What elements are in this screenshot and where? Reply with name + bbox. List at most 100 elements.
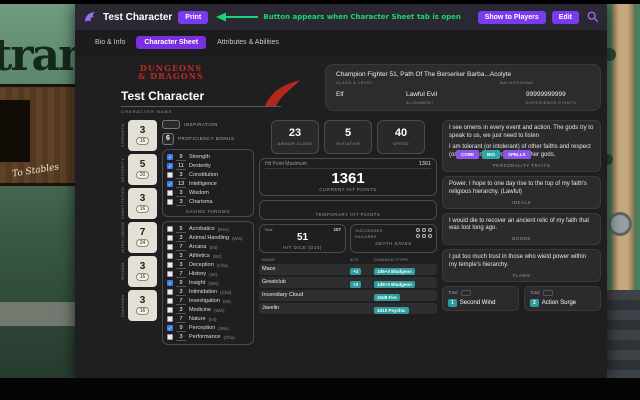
- save-checkbox[interactable]: [167, 190, 173, 196]
- skill-checkbox[interactable]: [167, 325, 173, 331]
- success-pip[interactable]: [428, 228, 432, 232]
- skill-row[interactable]: 3Deception(Cha): [167, 261, 249, 270]
- tab-character-sheet[interactable]: Character Sheet: [136, 36, 206, 49]
- skill-name: Arcana: [189, 244, 206, 250]
- edit-button[interactable]: Edit: [552, 11, 579, 24]
- skill-name: Acrobatics: [189, 226, 215, 232]
- ability-score: 16: [136, 205, 150, 213]
- ability-dexterity[interactable]: DEXTERITY 520: [121, 154, 157, 185]
- hit-dice-box[interactable]: Total 107 51 HIT DICE (D10): [259, 224, 346, 253]
- attack-bonus[interactable]: +3: [350, 281, 361, 288]
- feature-total-box[interactable]: [543, 290, 553, 296]
- skill-checkbox[interactable]: [167, 253, 173, 259]
- skill-checkbox[interactable]: [167, 334, 173, 340]
- sheet-tabs: Bio & Info Character Sheet Attributes & …: [75, 30, 607, 49]
- failure-pip[interactable]: [416, 234, 420, 238]
- save-checkbox[interactable]: [167, 172, 173, 178]
- skill-value: 9: [176, 280, 186, 287]
- failure-pip[interactable]: [422, 234, 426, 238]
- annotation-overlay: Button appears when Character Sheet tab …: [216, 12, 461, 22]
- success-pip[interactable]: [416, 228, 420, 232]
- armor-class-box[interactable]: 23 ARMOR CLASS: [271, 120, 319, 154]
- skill-row[interactable]: 9Perception(Wis): [167, 324, 249, 333]
- saving-throw-row[interactable]: 11 Dexterity: [167, 162, 249, 171]
- success-pip[interactable]: [422, 228, 426, 232]
- skill-row[interactable]: 3Athletics(Str): [167, 252, 249, 261]
- skill-row[interactable]: 7Nature(Int): [167, 315, 249, 324]
- feature-roll[interactable]: 2 Action Surge: [530, 299, 595, 307]
- initiative-label: INITIATIVE: [336, 141, 361, 146]
- skill-checkbox[interactable]: [167, 271, 173, 277]
- save-checkbox[interactable]: [167, 199, 173, 205]
- skill-row[interactable]: 3Intimidation(Cha): [167, 288, 249, 297]
- ability-mod: 7: [140, 228, 146, 238]
- print-button[interactable]: Print: [178, 11, 208, 24]
- saving-throw-row[interactable]: 3 Constitution: [167, 171, 249, 180]
- skill-name: Performance: [189, 334, 221, 340]
- current-hp-value[interactable]: 1361: [265, 170, 431, 187]
- skill-row[interactable]: 7History(Int): [167, 270, 249, 279]
- skill-ability: (Int): [209, 245, 217, 250]
- save-checkbox[interactable]: [167, 163, 173, 169]
- save-checkbox[interactable]: [167, 154, 173, 160]
- skill-row[interactable]: 3Medicine(Wis): [167, 306, 249, 315]
- skill-value: 7: [176, 244, 186, 251]
- core-badge[interactable]: CORE: [456, 150, 479, 159]
- skill-row[interactable]: 7Investigation(Int): [167, 297, 249, 306]
- skill-row[interactable]: 5Acrobatics(Dex): [167, 225, 249, 234]
- ability-charisma[interactable]: CHARISMA 316: [121, 290, 157, 321]
- failure-pip[interactable]: [428, 234, 432, 238]
- character-name[interactable]: Test Character: [121, 89, 281, 107]
- save-name: Constitution: [189, 172, 218, 178]
- skill-row[interactable]: 3Animal Handling(Wis): [167, 234, 249, 243]
- ability-constitution[interactable]: CONSTITUTION 316: [121, 188, 157, 219]
- skill-row[interactable]: 3Performance(Cha): [167, 333, 249, 342]
- search-icon[interactable]: [585, 10, 600, 25]
- ability-wisdom[interactable]: WISDOM 316: [121, 256, 157, 287]
- save-checkbox[interactable]: [167, 181, 173, 187]
- tab-bio-info[interactable]: Bio & Info: [87, 36, 133, 49]
- saving-throw-row[interactable]: 3 Charisma: [167, 198, 249, 207]
- skill-checkbox[interactable]: [167, 280, 173, 286]
- temp-hp-box[interactable]: TEMPORARY HIT POINTS: [259, 200, 437, 220]
- feature-roll[interactable]: 1 Second Wind: [448, 299, 513, 307]
- saving-throw-row[interactable]: 3 Wisdom: [167, 189, 249, 198]
- feature-total-box[interactable]: [461, 290, 471, 296]
- attack-row[interactable]: Javelin 4d10 Psychic: [259, 303, 437, 314]
- skill-checkbox[interactable]: [167, 316, 173, 322]
- race-value: Elf: [336, 91, 406, 98]
- saving-throw-row[interactable]: 13 Intelligence: [167, 180, 249, 189]
- hp-max-value[interactable]: 1361: [419, 161, 431, 167]
- skill-checkbox[interactable]: [167, 307, 173, 313]
- skill-checkbox[interactable]: [167, 235, 173, 241]
- left-arrow-icon: [216, 12, 260, 22]
- bio-badge[interactable]: BIO: [482, 150, 500, 159]
- feature-count-badge[interactable]: 1: [448, 299, 457, 307]
- save-value: 11: [176, 163, 186, 170]
- spells-badge[interactable]: SPELLS: [503, 150, 531, 159]
- skill-checkbox[interactable]: [167, 226, 173, 232]
- feature-count-badge[interactable]: 2: [530, 299, 539, 307]
- ability-score: 16: [136, 273, 150, 281]
- ability-intelligence[interactable]: INTELLIGENCE 724: [121, 222, 157, 253]
- skill-ability: (Wis): [218, 326, 229, 331]
- attack-damage[interactable]: 4d10 Psychic: [374, 307, 409, 314]
- skill-checkbox[interactable]: [167, 289, 173, 295]
- ability-strength[interactable]: STRENGTH 316: [121, 120, 157, 151]
- speed-box[interactable]: 40 SPEED: [377, 120, 425, 154]
- show-to-players-button[interactable]: Show to Players: [478, 11, 546, 24]
- character-info-panel[interactable]: Champion Fighter 51, Path Of The Berserk…: [325, 64, 601, 111]
- skill-checkbox[interactable]: [167, 262, 173, 268]
- skill-checkbox[interactable]: [167, 244, 173, 250]
- ideals-box: Power. I hope to one day rise to the top…: [442, 176, 601, 209]
- initiative-box[interactable]: 5 INITIATIVE: [324, 120, 372, 154]
- tab-attributes-abilities[interactable]: Attributes & Abilities: [209, 36, 287, 49]
- personality-traits-box: I see omens in every event and action. T…: [442, 120, 601, 172]
- successes-label: SUCCESSES: [355, 228, 382, 233]
- skill-checkbox[interactable]: [167, 298, 173, 304]
- saving-throw-row[interactable]: 9 Strength: [167, 153, 249, 162]
- inspiration-box[interactable]: [162, 120, 180, 129]
- skill-row[interactable]: 9Insight(Wis): [167, 279, 249, 288]
- skill-row[interactable]: 7Arcana(Int): [167, 243, 249, 252]
- skill-name: Investigation: [189, 298, 220, 304]
